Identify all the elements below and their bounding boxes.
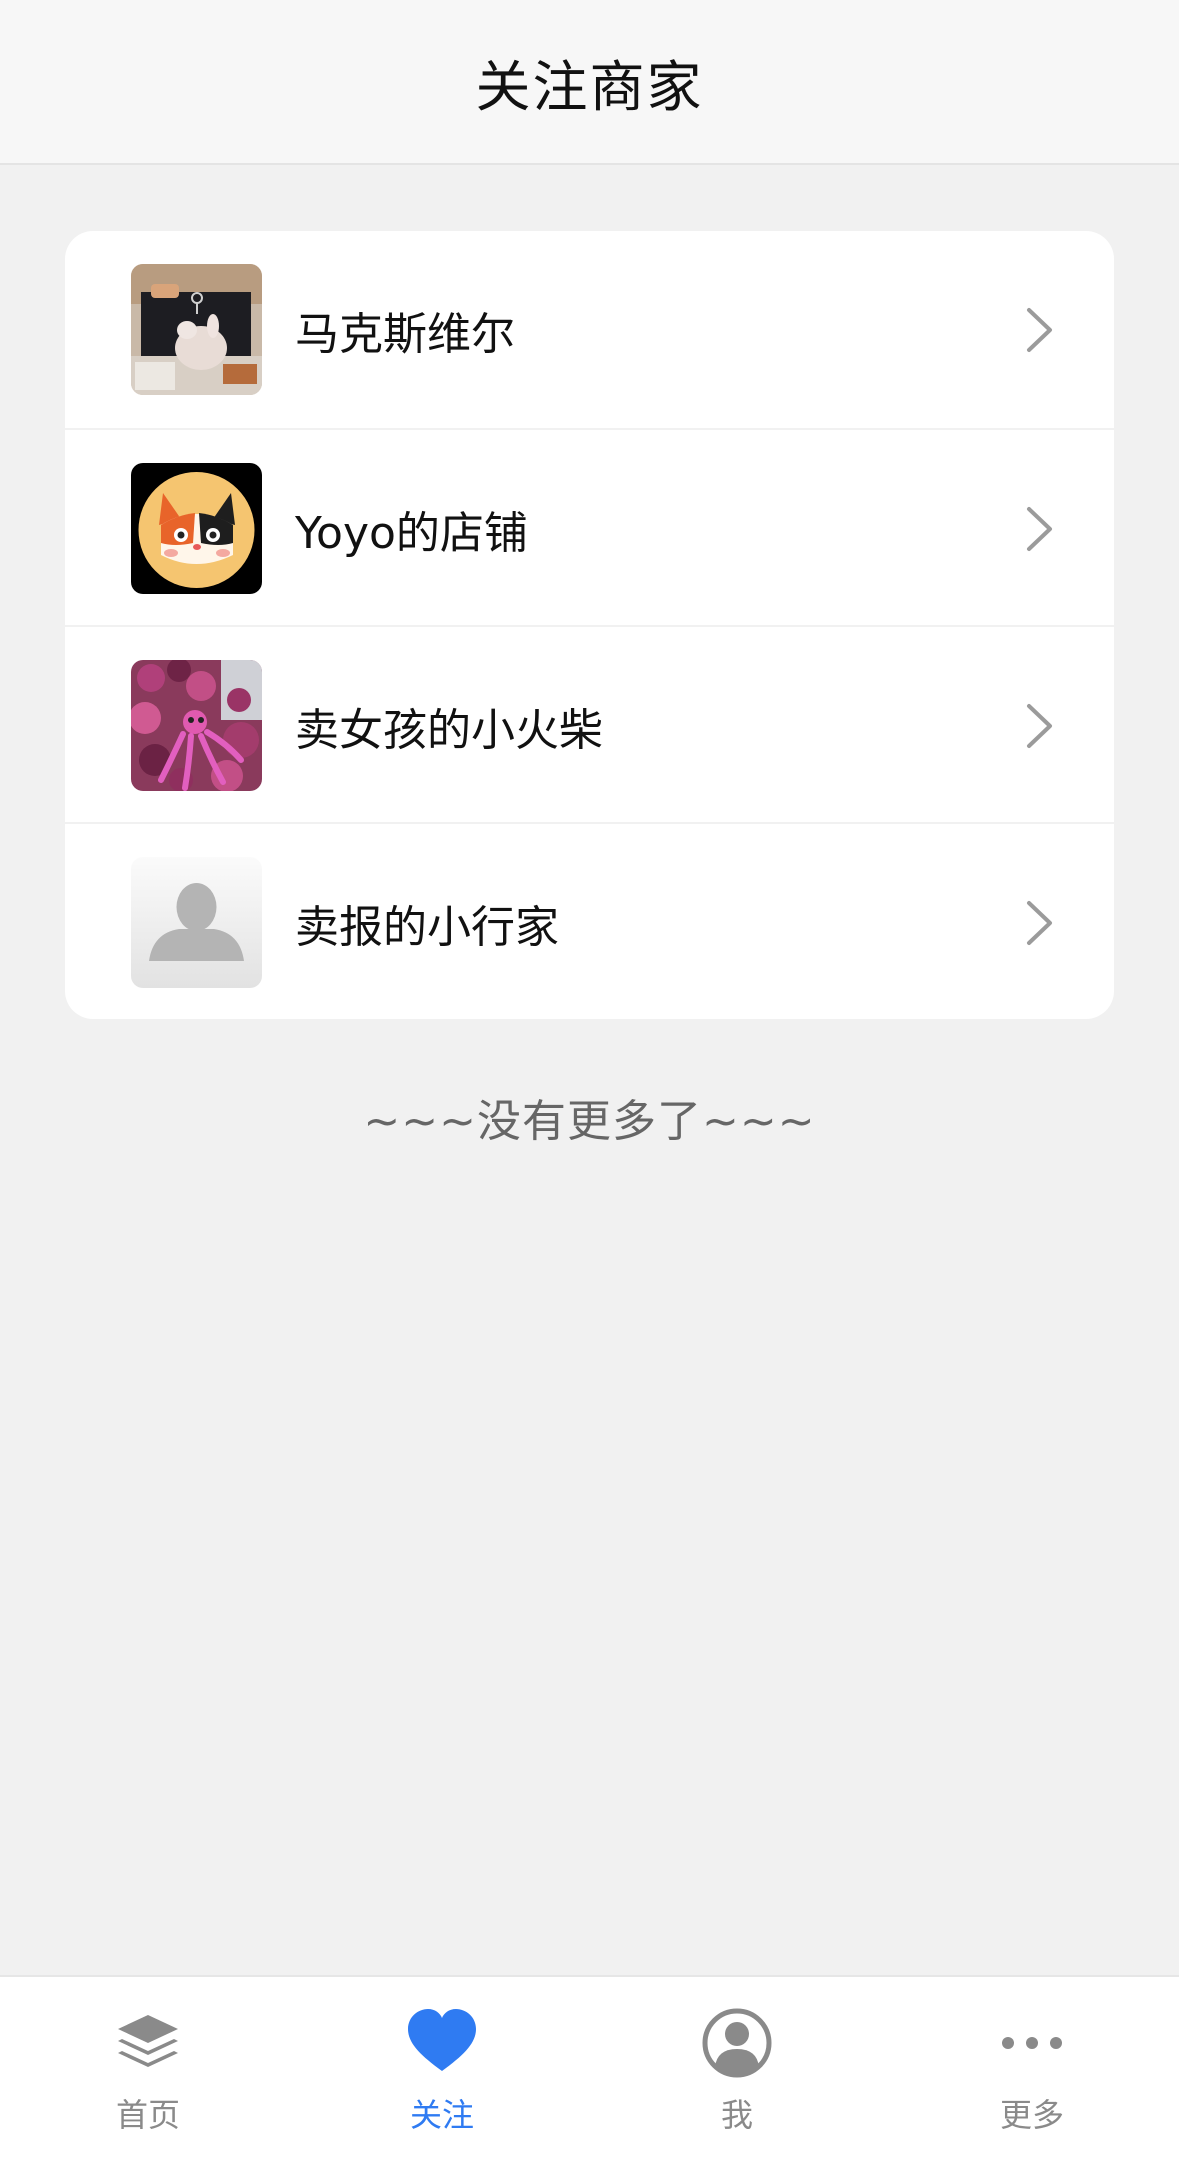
merchant-list-item[interactable]: Yoyo的店铺 [65,428,1114,625]
chevron-right-icon [1024,506,1054,552]
merchant-name: 卖报的小行家 [295,901,559,953]
merchant-list: 马克斯维尔 Yoyo的店铺 卖女孩的小火柴 卖报的小行家 [65,231,1114,1019]
tab-home[interactable]: 首页 [48,1977,248,2165]
merchant-list-item[interactable]: 马克斯维尔 [65,231,1114,428]
merchant-avatar [131,857,262,988]
tab-follow[interactable]: 关注 [342,1977,542,2165]
tab-more[interactable]: 更多 [932,1977,1132,2165]
photo-keychain-plush [131,264,262,395]
merchant-avatar [131,463,262,594]
merchant-name: 卖女孩的小火柴 [295,704,603,756]
tab-label: 首页 [115,2096,180,2134]
tab-label: 关注 [409,2096,474,2134]
merchant-avatar [131,264,262,395]
merchant-name: Yoyo的店铺 [295,507,528,559]
user-circle-icon [701,2007,773,2079]
merchant-list-item[interactable]: 卖女孩的小火柴 [65,625,1114,822]
top-nav-bar: 关注商家 [0,0,1179,165]
bottom-tab-bar: 首页 关注 我 更多 [0,1975,1179,2165]
chevron-right-icon [1024,900,1054,946]
chevron-right-icon [1024,703,1054,749]
page-title: 关注商家 [475,54,704,119]
merchant-list-item[interactable]: 卖报的小行家 [65,822,1114,1019]
photo-pink-flowers [131,660,262,791]
merchant-avatar [131,660,262,791]
tab-me[interactable]: 我 [637,1977,837,2165]
tab-label: 更多 [999,2096,1064,2134]
list-end-text: ~~~没有更多了~~~ [363,1096,816,1147]
more-dots-icon [996,2007,1068,2079]
heart-icon [406,2007,478,2079]
default-person-avatar [131,857,262,988]
tab-label: 我 [720,2096,753,2134]
cat-logo [131,463,262,594]
chevron-right-icon [1024,307,1054,353]
merchant-name: 马克斯维尔 [295,308,515,360]
layers-icon [112,2007,184,2079]
